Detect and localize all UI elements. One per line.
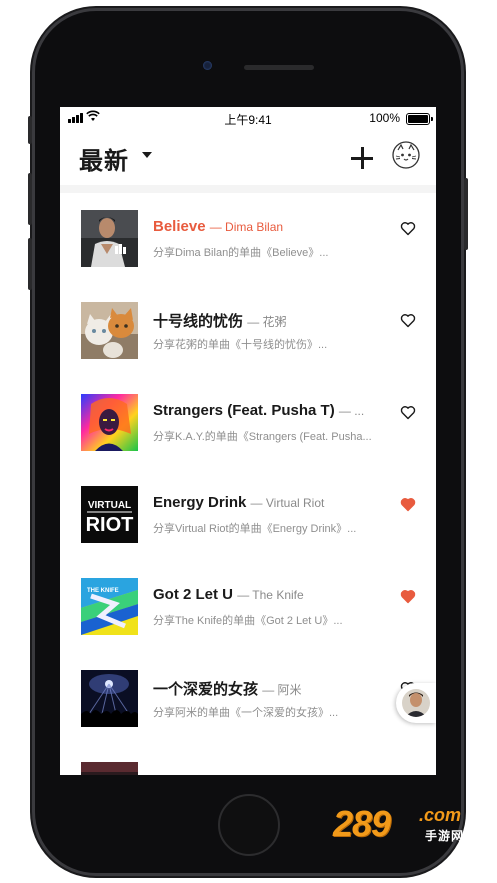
profile-avatar-icon[interactable] (392, 141, 420, 169)
song-name: Strangers (Feat. Pusha T) (153, 402, 335, 419)
artist-name: — Dima Bilan (209, 220, 284, 234)
album-cover-believe (81, 210, 138, 267)
list-item[interactable] (60, 745, 436, 775)
cover-text-top: VIRTUAL (88, 500, 131, 511)
album-cover-the-knife: THE KNIFE (81, 578, 138, 635)
heart-outline-icon[interactable] (400, 405, 416, 420)
song-title: Energy Drink — Virtual Riot (153, 494, 324, 511)
chevron-down-icon[interactable] (142, 152, 152, 158)
heart-filled-icon[interactable] (400, 497, 416, 512)
song-share-text: 分享花粥的单曲《十号线的忧伤》... (153, 339, 328, 351)
battery-percent: 100% (369, 111, 400, 125)
now-playing-avatar[interactable] (396, 683, 436, 723)
cover-text-bottom: RIOT (86, 514, 134, 536)
app-header: 最新 (60, 129, 436, 185)
battery-icon (406, 113, 433, 125)
song-title: Got 2 Let U — The Knife (153, 586, 304, 603)
album-cover-partial (81, 762, 138, 775)
front-camera (203, 61, 212, 70)
home-button (218, 794, 280, 856)
album-cover-strangers (81, 394, 138, 451)
silent-switch (28, 116, 32, 144)
volume-up-button (28, 173, 32, 225)
heart-outline-icon[interactable] (400, 313, 416, 328)
song-title: 一个深爱的女孩 — 阿米 (153, 678, 302, 699)
app-screen: 上午9:41 100% 最新 Believe — Dima Bilan 分享Di… (60, 107, 436, 775)
earpiece-speaker (244, 65, 314, 70)
song-share-text: 分享Virtual Riot的单曲《Energy Drink》... (153, 523, 357, 535)
song-title: Strangers (Feat. Pusha T) — ... (153, 402, 364, 419)
list-item[interactable]: 十号线的忧伤 — 花粥 分享花粥的单曲《十号线的忧伤》... (60, 285, 436, 377)
song-name: Got 2 Let U (153, 586, 234, 603)
song-share-text: 分享Dima Bilan的单曲《Believe》... (153, 247, 329, 259)
artist-name: — The Knife (237, 588, 304, 602)
volume-down-button (28, 238, 32, 290)
album-cover-cats (81, 302, 138, 359)
add-icon[interactable] (351, 147, 373, 169)
album-cover-virtual-riot: VIRTUAL RIOT (81, 486, 138, 543)
watermark-number: 289 (333, 803, 391, 844)
status-bar: 上午9:41 100% (60, 107, 436, 129)
site-watermark: 289 .com 手游网 (333, 803, 478, 849)
heart-filled-icon[interactable] (400, 589, 416, 604)
header-divider (60, 185, 436, 193)
song-name: Believe (153, 218, 206, 235)
list-item[interactable]: VIRTUAL RIOT Energy Drink — Virtual Riot… (60, 469, 436, 561)
watermark-sub: 手游网 (425, 829, 465, 843)
list-item[interactable]: THE KNIFE Got 2 Let U — The Knife 分享The … (60, 561, 436, 653)
song-share-text: 分享The Knife的单曲《Got 2 Let U》... (153, 615, 343, 627)
heart-outline-icon[interactable] (400, 221, 416, 236)
artist-name: — Virtual Riot (250, 496, 325, 510)
feed-filter-title[interactable]: 最新 (79, 141, 129, 176)
song-share-text: 分享K.A.Y.的单曲《Strangers (Feat. Pusha... (153, 431, 372, 443)
watermark-domain: .com (419, 805, 462, 825)
power-button (464, 178, 468, 250)
artist-name: — 阿米 (262, 683, 302, 697)
artist-name: — 花粥 (247, 315, 287, 329)
song-share-text: 分享阿米的单曲《一个深爱的女孩》... (153, 707, 339, 719)
song-title: Believe — Dima Bilan (153, 218, 283, 235)
list-item[interactable]: Strangers (Feat. Pusha T) — ... 分享K.A.Y.… (60, 377, 436, 469)
user-avatar (402, 689, 430, 717)
song-name: 一个深爱的女孩 (153, 681, 259, 698)
song-name: Energy Drink (153, 494, 247, 511)
artist-name: — ... (338, 404, 365, 418)
list-item[interactable]: Believe — Dima Bilan 分享Dima Bilan的单曲《Bel… (60, 193, 436, 285)
song-name: 十号线的忧伤 (153, 313, 244, 330)
list-item[interactable]: 一个深爱的女孩 — 阿米 分享阿米的单曲《一个深爱的女孩》... (60, 653, 436, 745)
song-title: 十号线的忧伤 — 花粥 (153, 310, 287, 331)
cover-text: THE KNIFE (87, 588, 119, 594)
album-cover-concert (81, 670, 138, 727)
